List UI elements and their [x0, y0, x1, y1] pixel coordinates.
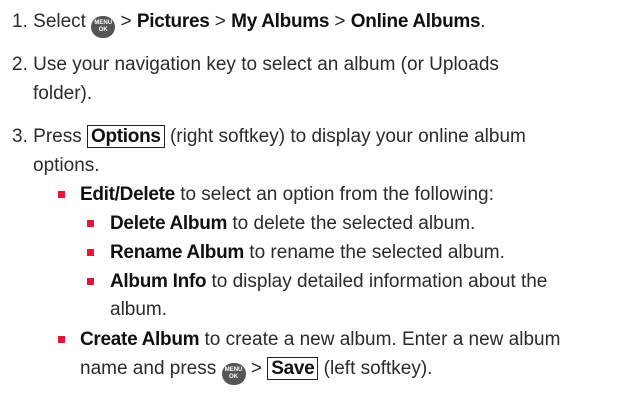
separator: > [250, 358, 262, 379]
menu-path-my-albums: My Albums [231, 11, 330, 32]
bullet-text: (left softkey). [323, 358, 433, 379]
menu-ok-key-icon: MENU OK [91, 16, 116, 38]
bullet-marker [87, 220, 94, 227]
separator: > [214, 11, 226, 32]
bullet-text: to create a new album. Enter a new album [204, 329, 561, 350]
step-text: Use your navigation key to select an alb… [33, 54, 499, 75]
bullet-label: Rename Album [110, 242, 245, 263]
bullet-create-album: Create Album to create a new album. Ente… [80, 326, 560, 353]
step-text: (right softkey) to display your online a… [169, 126, 526, 147]
bullet-text: to rename the selected album. [249, 242, 505, 263]
step-text: Select [33, 11, 86, 32]
bullet-marker [87, 278, 94, 285]
step-number: 3. [12, 126, 28, 147]
separator: > [120, 11, 132, 32]
instruction-page: 1. Select MENU OK > Pictures > My Albums … [0, 0, 625, 405]
step-2-line-2: folder). [33, 83, 93, 104]
save-softkey: Save [267, 357, 319, 380]
bullet-label: Edit/Delete [80, 184, 175, 205]
bullet-label: Delete Album [110, 213, 228, 234]
separator: > [334, 11, 346, 32]
bullet-marker [87, 249, 94, 256]
step-1: 1. Select MENU OK > Pictures > My Albums … [12, 8, 486, 38]
bullet-album-info: Album Info to display detailed informati… [110, 268, 547, 295]
bullet-delete-album: Delete Album to delete the selected albu… [110, 210, 475, 237]
step-3-line-2: options. [33, 155, 100, 176]
step-number: 2. [12, 54, 28, 75]
menu-ok-key-icon: MENU OK [221, 363, 246, 385]
menu-path-online-albums: Online Albums [350, 11, 481, 32]
bullet-marker [58, 191, 65, 198]
step-3-line-1: 3. Press Options (right softkey) to disp… [12, 123, 526, 150]
bullet-edit-delete: Edit/Delete to select an option from the… [80, 181, 494, 208]
step-text: Press [33, 126, 82, 147]
period: . [480, 11, 486, 32]
bullet-album-info-line-2: album. [110, 299, 168, 320]
bullet-create-album-line-2: name and press MENU OK > Save (left softk… [80, 355, 432, 385]
bullet-rename-album: Rename Album to rename the selected albu… [110, 239, 505, 266]
bullet-label: Album Info [110, 271, 207, 292]
bullet-text: name and press [80, 358, 217, 379]
options-softkey: Options [87, 125, 165, 148]
step-number: 1. [12, 11, 28, 32]
menu-path-pictures: Pictures [136, 11, 210, 32]
bullet-label: Create Album [80, 329, 200, 350]
bullet-text: to display detailed information about th… [211, 271, 548, 292]
bullet-marker [58, 336, 65, 343]
bullet-text: to delete the selected album. [232, 213, 476, 234]
bullet-text: to select an option from the following: [180, 184, 494, 205]
step-2-line-1: 2. Use your navigation key to select an … [12, 51, 499, 78]
